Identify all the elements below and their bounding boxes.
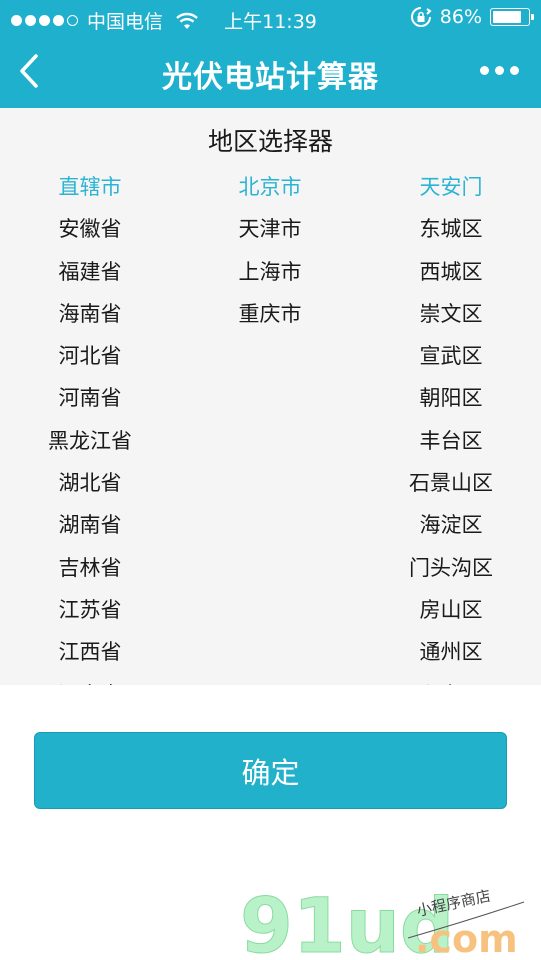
battery-percent: 86% <box>439 6 482 28</box>
picker-title: 地区选择器 <box>207 127 333 156</box>
district-option[interactable]: 西城区 <box>361 255 541 297</box>
city-option[interactable]: 天津市 <box>180 212 360 254</box>
district-option[interactable]: 顺义区 <box>361 678 541 685</box>
header: 中国电信 上午11:39 86% 光伏电站计算器 <box>0 0 541 108</box>
city-option[interactable]: 北京市 <box>180 170 360 212</box>
province-option[interactable]: 湖南省 <box>0 508 180 550</box>
province-option[interactable]: 吉林省 <box>0 551 180 593</box>
province-option[interactable]: 安徽省 <box>0 212 180 254</box>
status-bar: 中国电信 上午11:39 86% <box>0 0 541 36</box>
confirm-button[interactable]: 确定 <box>34 732 507 809</box>
city-option[interactable]: 上海市 <box>180 255 360 297</box>
province-option[interactable]: 湖北省 <box>0 466 180 508</box>
district-column[interactable]: 天安门东城区西城区崇文区宣武区朝阳区丰台区石景山区海淀区门头沟区房山区通州区顺义… <box>361 170 541 685</box>
more-icon[interactable] <box>480 66 519 75</box>
city-option[interactable]: 重庆市 <box>180 297 360 339</box>
province-option[interactable]: 辽宁省 <box>0 678 180 685</box>
province-column[interactable]: 直辖市安徽省福建省海南省河北省河南省黑龙江省湖北省湖南省吉林省江苏省江西省辽宁省 <box>0 170 180 685</box>
province-option[interactable]: 黑龙江省 <box>0 424 180 466</box>
district-option[interactable]: 天安门 <box>361 170 541 212</box>
rotation-lock-icon <box>410 7 432 27</box>
watermark-logo: 91ud .com 小程序商店 <box>240 881 525 960</box>
district-option[interactable]: 东城区 <box>361 212 541 254</box>
watermark-domain: .com <box>415 917 518 960</box>
battery-icon <box>490 8 534 26</box>
district-option[interactable]: 宣武区 <box>361 339 541 381</box>
district-option[interactable]: 丰台区 <box>361 424 541 466</box>
status-right: 86% <box>410 6 534 28</box>
district-option[interactable]: 朝阳区 <box>361 381 541 423</box>
district-option[interactable]: 房山区 <box>361 593 541 635</box>
province-option[interactable]: 江西省 <box>0 635 180 677</box>
district-option[interactable]: 门头沟区 <box>361 551 541 593</box>
nav-bar: 光伏电站计算器 <box>0 36 541 108</box>
province-option[interactable]: 河南省 <box>0 381 180 423</box>
district-option[interactable]: 石景山区 <box>361 466 541 508</box>
page-title: 光伏电站计算器 <box>162 60 379 95</box>
district-option[interactable]: 通州区 <box>361 635 541 677</box>
region-picker: 地区选择器 直辖市 安徽省 福建省 海南省 河北省 河南省 黑龙江省 湖北省 湖南省 吉林省 江苏省… <box>0 108 541 685</box>
province-option[interactable]: 江苏省 <box>0 593 180 635</box>
province-option[interactable]: 河北省 <box>0 339 180 381</box>
province-option[interactable]: 福建省 <box>0 255 180 297</box>
district-option[interactable]: 崇文区 <box>361 297 541 339</box>
battery-level <box>493 11 522 23</box>
district-option[interactable]: 海淀区 <box>361 508 541 550</box>
province-option[interactable]: 海南省 <box>0 297 180 339</box>
city-column[interactable]: 北京市 天津市 上海市 重庆市 <box>180 170 360 339</box>
province-option[interactable]: 直辖市 <box>0 170 180 212</box>
